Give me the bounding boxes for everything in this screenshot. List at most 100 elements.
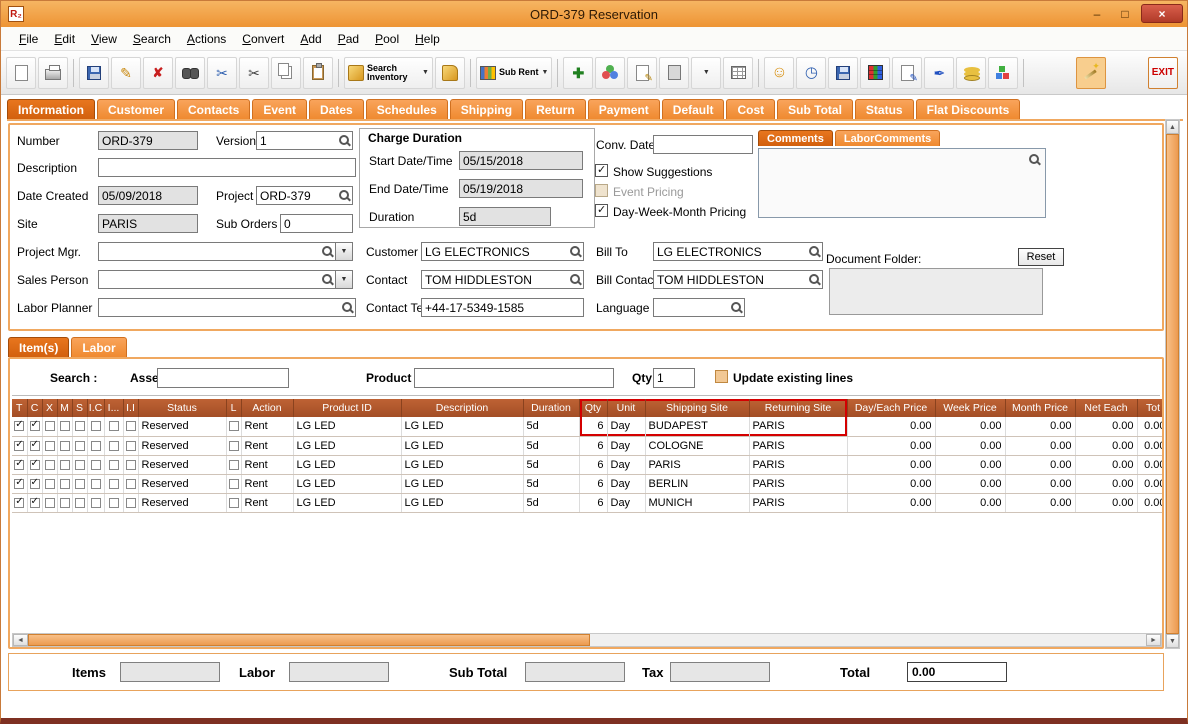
cut-sheet-button[interactable]: ✂ — [207, 56, 237, 89]
bill-contact-lookup-icon[interactable] — [808, 273, 820, 286]
horizontal-scrollbar[interactable] — [12, 633, 1162, 647]
menu-item-add[interactable]: Add — [292, 29, 329, 49]
cell-week_price[interactable]: 0.00 — [935, 436, 1006, 456]
column-header-neteach[interactable]: Net Each — [1075, 399, 1138, 417]
tab-payment[interactable]: Payment — [587, 99, 660, 119]
cell-status[interactable]: Reserved — [138, 417, 227, 437]
row-checkbox[interactable] — [125, 459, 136, 470]
scroll-right-button[interactable] — [1146, 634, 1161, 646]
cell-action[interactable]: Rent — [241, 436, 294, 456]
column-header-unit[interactable]: Unit — [607, 399, 646, 417]
row-checkbox[interactable] — [59, 478, 70, 489]
bill-to-lookup-icon[interactable] — [808, 245, 820, 258]
sales-person-input[interactable] — [101, 272, 321, 287]
row-checkbox[interactable] — [59, 421, 70, 432]
asset-input[interactable] — [160, 371, 286, 385]
column-header-t[interactable]: T — [12, 399, 28, 417]
clock-button[interactable]: ◷ — [796, 56, 827, 89]
scroll-left-button[interactable] — [13, 634, 28, 646]
cell-net_each[interactable]: 0.00 — [1075, 436, 1138, 456]
cell-status[interactable]: Reserved — [138, 455, 227, 475]
cell-status[interactable]: Reserved — [138, 474, 227, 494]
row-checkbox[interactable] — [125, 478, 136, 489]
cell-description[interactable]: LG LED — [401, 436, 524, 456]
row-checkbox[interactable] — [44, 440, 55, 451]
row-checkbox[interactable] — [14, 496, 25, 508]
column-header-qty[interactable]: Qty — [579, 399, 608, 417]
document-folder-box[interactable] — [829, 268, 1043, 315]
labor-planner-input[interactable] — [101, 300, 341, 315]
cell-qty[interactable]: 6 — [579, 455, 608, 475]
conv-date-input[interactable] — [656, 137, 750, 152]
cell-duration[interactable]: 5d — [523, 436, 580, 456]
project-input[interactable] — [259, 188, 338, 203]
delete-button[interactable]: ✘ — [143, 56, 173, 89]
cell-action[interactable]: Rent — [241, 474, 294, 494]
column-header-tot[interactable]: Tot — [1137, 399, 1162, 417]
tab-customer[interactable]: Customer — [97, 99, 176, 119]
table-row[interactable]: ReservedRentLG LEDLG LED5d6DayBUDAPESTPA… — [12, 417, 1162, 437]
menu-item-file[interactable]: File — [11, 29, 46, 49]
row-checkbox[interactable] — [44, 421, 55, 432]
copy-button[interactable] — [271, 56, 301, 89]
version-lookup-icon[interactable] — [338, 134, 350, 147]
row-checkbox[interactable] — [29, 439, 40, 451]
cell-returning_site[interactable]: PARIS — [749, 417, 848, 437]
row-checkbox[interactable] — [14, 477, 25, 489]
cell-tot[interactable]: 0.00 — [1137, 493, 1162, 513]
close-button[interactable]: × — [1141, 4, 1183, 23]
pad-button[interactable] — [659, 56, 690, 89]
tab-status[interactable]: Status — [854, 99, 914, 119]
notes-button[interactable]: ✎ — [892, 56, 923, 89]
contact-tel-input[interactable] — [424, 300, 581, 315]
row-checkbox[interactable] — [44, 478, 55, 489]
scroll-up-button[interactable] — [1166, 120, 1179, 134]
search-inventory-button[interactable]: Search Inventory ▼ — [344, 56, 433, 89]
cell-action[interactable]: Rent — [241, 455, 294, 475]
cell-returning_site[interactable]: PARIS — [749, 455, 848, 475]
column-header-m[interactable]: M — [57, 399, 73, 417]
save-button[interactable] — [79, 56, 109, 89]
tab-labor[interactable]: Labor — [71, 337, 127, 357]
cell-product_id[interactable]: LG LED — [293, 436, 402, 456]
row-checkbox[interactable] — [108, 497, 119, 508]
language-lookup-icon[interactable] — [730, 301, 742, 314]
row-checkbox[interactable] — [108, 478, 119, 489]
row-checkbox[interactable] — [29, 496, 40, 508]
cell-duration[interactable]: 5d — [523, 474, 580, 494]
row-checkbox[interactable] — [14, 419, 25, 432]
row-checkbox[interactable] — [74, 497, 85, 508]
column-header-i[interactable]: I... — [104, 399, 124, 417]
contact-lookup-icon[interactable] — [569, 273, 581, 286]
project-lookup-icon[interactable] — [338, 189, 350, 202]
tab-event[interactable]: Event — [252, 99, 308, 119]
add-line-button[interactable]: ✚ — [563, 56, 594, 89]
row-checkbox[interactable] — [29, 458, 40, 470]
customer-input[interactable] — [424, 244, 569, 259]
column-header-productid[interactable]: Product ID — [293, 399, 402, 417]
cell-day_each_price[interactable]: 0.00 — [847, 417, 936, 437]
cell-status[interactable]: Reserved — [138, 493, 227, 513]
column-header-c[interactable]: C — [27, 399, 43, 417]
print-button[interactable] — [38, 56, 68, 89]
day-week-month-pricing-checkbox[interactable] — [595, 203, 608, 217]
row-checkbox[interactable] — [125, 421, 136, 432]
hscroll-thumb[interactable] — [28, 634, 590, 646]
cell-shipping_site[interactable]: COLOGNE — [645, 436, 750, 456]
menu-item-pool[interactable]: Pool — [367, 29, 407, 49]
cell-action[interactable]: Rent — [241, 493, 294, 513]
hscroll-track[interactable] — [590, 634, 1146, 646]
tab-shipping[interactable]: Shipping — [449, 99, 524, 119]
tab-item-s[interactable]: Item(s) — [8, 337, 70, 357]
table-row[interactable]: ReservedRentLG LEDLG LED5d6DayCOLOGNEPAR… — [12, 436, 1162, 456]
cut-button[interactable]: ✂ — [239, 56, 269, 89]
column-header-description[interactable]: Description — [401, 399, 524, 417]
end-date-input[interactable] — [462, 181, 580, 196]
column-header-action[interactable]: Action — [241, 399, 294, 417]
column-header-shippingsite[interactable]: Shipping Site — [645, 399, 750, 417]
date-created-input[interactable] — [101, 188, 195, 203]
row-checkbox[interactable] — [90, 478, 101, 489]
vscroll-thumb[interactable] — [1166, 134, 1179, 634]
table-row[interactable]: ReservedRentLG LEDLG LED5d6DayMUNICHPARI… — [12, 493, 1162, 513]
row-checkbox[interactable] — [228, 478, 239, 489]
